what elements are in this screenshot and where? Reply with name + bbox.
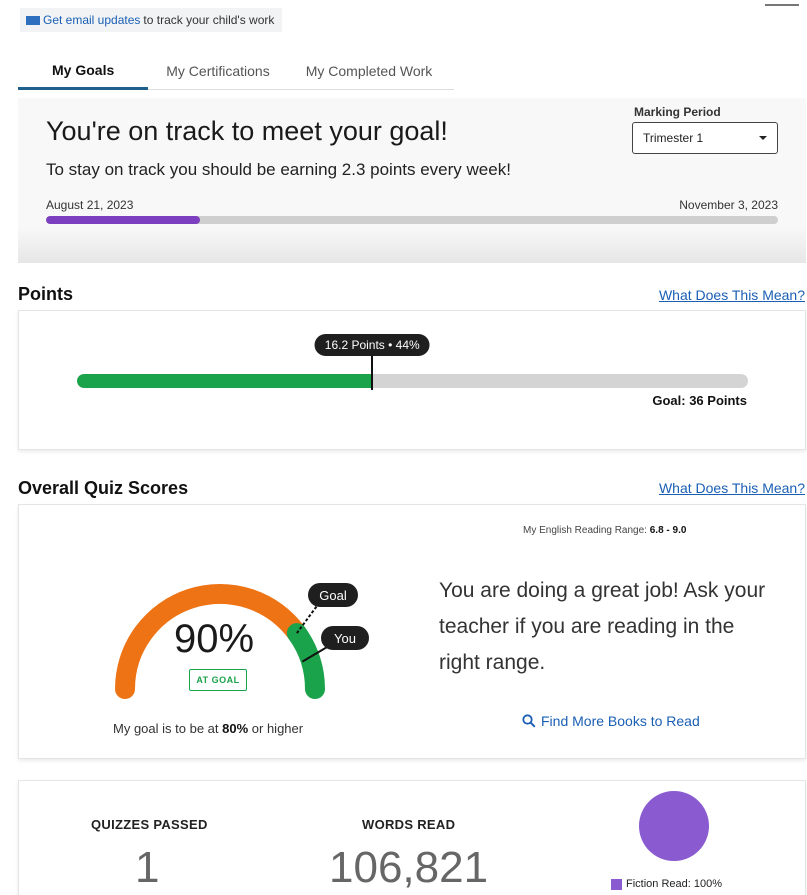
points-section-title: Points [18, 284, 74, 304]
chevron-down-icon [759, 136, 767, 140]
fiction-pie-chart [639, 791, 709, 861]
quiz-card: My English Reading Range: 6.8 - 9.0 Goal… [18, 504, 806, 759]
words-read-label: WORDS READ [362, 817, 456, 832]
period-progress-fill [46, 216, 200, 224]
reading-range-value: 6.8 - 9.0 [649, 525, 687, 536]
period-end-date: November 3, 2023 [679, 198, 778, 212]
period-start-date: August 21, 2023 [46, 198, 134, 212]
points-help-link[interactable]: What Does This Mean? [659, 287, 805, 303]
tab-my-completed-work[interactable]: My Completed Work [288, 52, 451, 89]
quiz-section-title: Overall Quiz Scores [18, 478, 189, 498]
goal-note-pre: My goal is to be at [113, 721, 219, 736]
tab-bar: My Goals My Certifications My Completed … [18, 52, 454, 90]
gauge-you-label: You [321, 626, 369, 650]
pie-slice-fiction [639, 791, 709, 861]
goal-note-post: or higher [251, 721, 304, 736]
points-progress-fill [77, 374, 373, 388]
gauge-goal-label: Goal [308, 583, 358, 607]
words-read-value: 106,821 [329, 843, 489, 892]
top-divider [765, 4, 799, 6]
email-updates-link[interactable]: Get email updates [43, 13, 140, 27]
email-updates-text: to track your child's work [143, 13, 275, 27]
pie-legend: Fiction Read: 100% [611, 878, 722, 890]
goal-status-title: You're on track to meet your goal! [46, 116, 448, 146]
gauge-arc-green [286, 623, 325, 699]
points-card: 16.2 Points • 44% Goal: 36 Points [18, 310, 806, 450]
period-progress-track [46, 216, 778, 224]
marking-period-select[interactable]: Trimester 1 [632, 122, 778, 154]
marking-period-label: Marking Period [634, 105, 721, 119]
fiction-legend-text: Fiction Read: 100% [626, 878, 722, 890]
reading-stats-card: QUIZZES PASSED 1 WORDS READ 106,821 Fict… [18, 780, 806, 895]
marking-period-value: Trimester 1 [643, 131, 704, 145]
goal-note-value: 80% [222, 721, 249, 736]
email-updates-banner: Get email updates to track your child's … [20, 8, 283, 32]
mail-icon [26, 15, 40, 25]
search-icon [522, 714, 536, 728]
points-goal-text: Goal: 36 Points [652, 393, 747, 408]
quizzes-passed-label: QUIZZES PASSED [91, 817, 208, 832]
find-more-books-link[interactable]: Find More Books to Read [522, 713, 700, 729]
at-goal-badge: AT GOAL [189, 669, 247, 691]
reading-range: My English Reading Range: 6.8 - 9.0 [523, 525, 686, 536]
tab-my-goals[interactable]: My Goals [18, 52, 149, 90]
encouragement-message: You are doing a great job! Ask your teac… [439, 579, 766, 674]
goal-status-subtitle: To stay on track you should be earning 2… [46, 160, 511, 179]
reading-range-label: My English Reading Range: [523, 525, 647, 536]
find-more-books-label: Find More Books to Read [541, 713, 700, 729]
points-progress-track [77, 374, 748, 388]
quiz-goal-note: My goal is to be at 80% or higher [113, 721, 303, 736]
quizzes-passed-value: 1 [135, 843, 160, 892]
tab-my-certifications[interactable]: My Certifications [148, 52, 287, 89]
legend-swatch [611, 878, 622, 890]
quiz-help-link[interactable]: What Does This Mean? [659, 480, 805, 496]
points-badge: 16.2 Points • 44% [314, 334, 430, 356]
quiz-score-percent: 90% [174, 617, 255, 661]
goal-status-panel: You're on track to meet your goal! To st… [18, 98, 806, 263]
points-progress-marker [371, 356, 374, 390]
